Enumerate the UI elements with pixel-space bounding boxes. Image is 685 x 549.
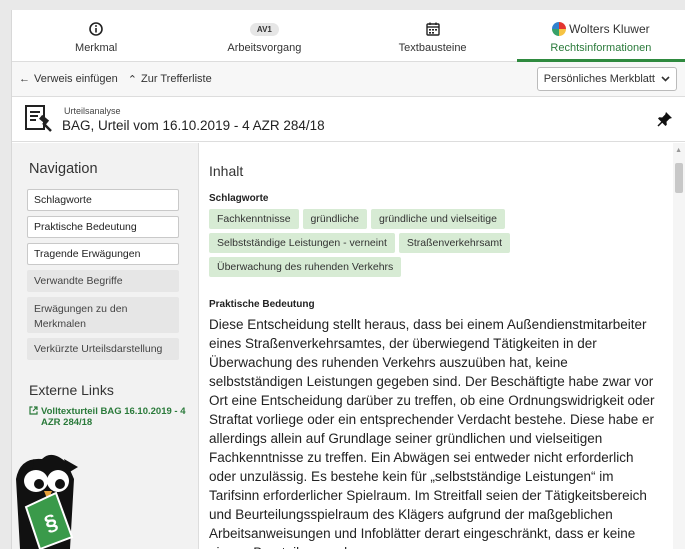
tab-label: Arbeitsvorgang (227, 42, 302, 54)
content-panel: Inhalt Schlagworte Fachkenntnisse gründl… (199, 143, 685, 549)
nav-heading: Navigation (29, 161, 98, 177)
judgment-analysis-icon (25, 105, 52, 132)
memo-dropdown[interactable]: Persönliches Merkblatt (536, 67, 677, 91)
insert-reference-link[interactable]: ← Verweis einfügen (19, 73, 118, 85)
brand-name: Wolters Kluwer (569, 22, 650, 36)
practical-significance-title: Praktische Bedeutung (209, 299, 315, 310)
pin-icon[interactable] (657, 111, 673, 127)
nav-item-verkuerzte-urteilsdarstellung[interactable]: Verkürzte Urteilsdarstellung (27, 338, 179, 360)
keyword-tag[interactable]: Überwachung des ruhenden Verkehrs (209, 257, 402, 277)
insert-reference-label: Verweis einfügen (34, 73, 118, 85)
top-tabs: Merkmal AV1 Arbeitsvorgang Textbausteine… (12, 10, 685, 62)
tab-textbausteine[interactable]: Textbausteine (349, 10, 517, 61)
keyword-tag[interactable]: gründliche und vielseitige (371, 209, 505, 229)
external-link-icon (29, 406, 38, 428)
keyword-tag[interactable]: gründliche (302, 209, 367, 229)
practical-significance-text: Diese Entscheidung stellt heraus, dass b… (209, 317, 655, 549)
chevron-up-icon: ⌃ (127, 73, 137, 86)
toolbar: ← Verweis einfügen ⌃ Zur Trefferliste Pe… (12, 62, 685, 97)
main-body: Navigation Schlagworte Praktische Bedeut… (12, 143, 685, 549)
full-text-judgment-link[interactable]: Volltexturteil BAG 16.10.2019 - 4 AZR 28… (29, 406, 188, 428)
owl-mascot-icon: § (16, 454, 78, 549)
back-to-results-link[interactable]: ⌃ Zur Trefferliste (128, 73, 212, 86)
calendar-icon (425, 19, 440, 39)
scroll-thumb[interactable] (675, 163, 683, 193)
external-link-label: Volltexturteil BAG 16.10.2019 - 4 AZR 28… (41, 406, 186, 428)
tab-label: Textbausteine (398, 42, 467, 54)
tab-rechtsinformationen[interactable]: Wolters Kluwer Rechtsinformationen (516, 10, 685, 62)
wk-logo-icon (552, 22, 567, 36)
back-to-results-label: Zur Trefferliste (141, 73, 212, 85)
nav-item-erwaegungen-merkmale[interactable]: Erwägungen zu den Merkmalen (27, 297, 179, 333)
keyword-tags: Fachkenntnisse gründliche gründliche und… (209, 209, 539, 277)
keyword-tag[interactable]: Fachkenntnisse (209, 209, 299, 229)
content-heading: Inhalt (209, 163, 244, 179)
nav-item-verwandte-begriffe[interactable]: Verwandte Begriffe (27, 270, 179, 292)
info-icon (89, 19, 103, 39)
keywords-title: Schlagworte (209, 193, 269, 204)
tab-label: Rechtsinformationen (550, 42, 652, 54)
nav-item-praktische-bedeutung[interactable]: Praktische Bedeutung (27, 216, 179, 238)
chevron-down-icon (661, 73, 670, 85)
tab-merkmal[interactable]: Merkmal (12, 10, 180, 61)
wolters-kluwer-logo: Wolters Kluwer (552, 22, 650, 36)
nav-item-tragende-erwaegungen[interactable]: Tragende Erwägungen (27, 243, 179, 265)
page-title: BAG, Urteil vom 16.10.2019 - 4 AZR 284/1… (62, 117, 325, 133)
tab-arbeitsvorgang[interactable]: AV1 Arbeitsvorgang (180, 10, 348, 61)
arrow-left-icon: ← (19, 73, 30, 85)
document-titlebar: Urteilsanalyse BAG, Urteil vom 16.10.201… (12, 97, 685, 142)
navigation-sidebar: Navigation Schlagworte Praktische Bedeut… (12, 143, 199, 549)
scroll-up-icon[interactable]: ▲ (675, 147, 682, 154)
app-frame: Merkmal AV1 Arbeitsvorgang Textbausteine… (11, 10, 685, 549)
document-type: Urteilsanalyse (64, 105, 121, 116)
av-badge: AV1 (249, 22, 279, 36)
nav-item-schlagworte[interactable]: Schlagworte (27, 189, 179, 211)
dropdown-label: Persönliches Merkblatt (543, 73, 655, 85)
vertical-scrollbar[interactable]: ▲ (673, 143, 685, 549)
tab-label: Merkmal (75, 42, 118, 54)
keyword-tag[interactable]: Selbstständige Leistungen - verneint (209, 233, 395, 253)
external-links-heading: Externe Links (29, 382, 114, 398)
keyword-tag[interactable]: Straßenverkehrsamt (398, 233, 510, 253)
